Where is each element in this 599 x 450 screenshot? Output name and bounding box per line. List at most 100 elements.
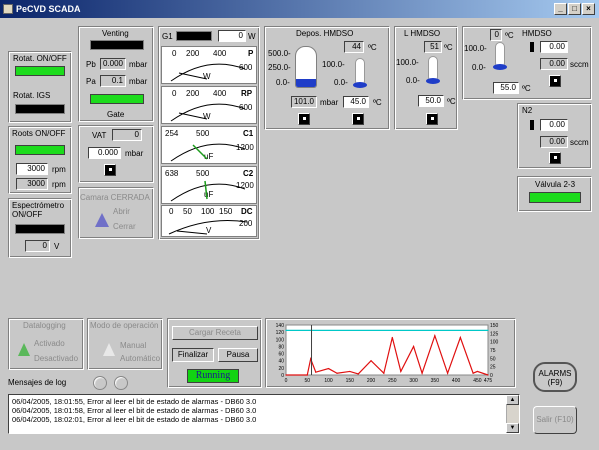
hmdso-mbar-value: 101.0 bbox=[291, 96, 317, 108]
load-recipe-button[interactable]: Cargar Receta bbox=[172, 326, 258, 340]
hmdso-flow-led bbox=[530, 42, 534, 52]
hmdso-mbar-unit: mbar bbox=[320, 98, 339, 107]
log-scroll-up[interactable]: ▲ bbox=[506, 395, 519, 405]
hmdso-heater-button[interactable] bbox=[352, 113, 364, 125]
datalog-off[interactable]: Desactivado bbox=[34, 354, 78, 363]
chart-point bbox=[412, 345, 415, 348]
hmdso-temp2[interactable]: 45.0 bbox=[343, 96, 369, 108]
vat-pressure-input[interactable]: 0.000 bbox=[88, 147, 121, 159]
log-radio-2[interactable] bbox=[114, 376, 128, 390]
vat-label: VAT bbox=[92, 131, 107, 140]
mode-manual[interactable]: Manual bbox=[120, 341, 146, 350]
pa-value: 0.1 bbox=[100, 75, 126, 87]
c1-dial bbox=[170, 143, 246, 162]
chart-ytick-right: 150 bbox=[490, 323, 499, 329]
rotat-onoff-led[interactable] bbox=[15, 66, 65, 76]
chart-point bbox=[447, 372, 449, 374]
hmdso-title: HMDSO bbox=[522, 29, 552, 38]
volt-unit: V bbox=[54, 242, 60, 251]
venting-led[interactable] bbox=[90, 40, 144, 50]
chart-plot-area bbox=[285, 324, 489, 376]
deg-unit-4: ºC bbox=[447, 97, 456, 106]
espec-led[interactable] bbox=[15, 224, 65, 234]
roots-onoff-led[interactable] bbox=[15, 145, 65, 155]
pa-unit: mbar bbox=[129, 77, 148, 86]
mode-state-icon bbox=[103, 343, 115, 356]
vat-value: 0 bbox=[112, 129, 142, 141]
n2-button[interactable] bbox=[549, 152, 561, 164]
chart-point bbox=[434, 335, 436, 337]
running-status: Running bbox=[187, 369, 239, 383]
chart-xtick: 475 bbox=[484, 378, 493, 384]
chart-point bbox=[357, 373, 359, 375]
l-hmdso-title: L HMDSO bbox=[404, 29, 441, 38]
l-hmdso-temp: 51 bbox=[424, 41, 442, 53]
rpm-unit-2: rpm bbox=[52, 180, 66, 189]
gate-led[interactable] bbox=[90, 94, 144, 104]
camera-open[interactable]: Abrir bbox=[113, 207, 130, 216]
deg-unit-1: ºC bbox=[368, 43, 377, 52]
deg-unit-5: ºC bbox=[505, 31, 514, 40]
log-line: 06/04/2005, 18:01:58, Error al leer el b… bbox=[12, 406, 257, 415]
p-dial bbox=[170, 63, 246, 82]
pb-label: Pb bbox=[86, 60, 96, 69]
chart-point bbox=[391, 336, 393, 339]
chart-point bbox=[315, 371, 317, 373]
c2-dial bbox=[170, 180, 246, 202]
tank-scale-250: 250.0- bbox=[268, 63, 291, 72]
chart-point bbox=[285, 329, 287, 331]
pb-unit: mbar bbox=[129, 60, 148, 69]
minimize-button[interactable]: _ bbox=[554, 3, 567, 15]
hmdso-flow-button[interactable] bbox=[549, 75, 561, 87]
chart-point bbox=[306, 374, 308, 376]
tank-scale-0: 0.0- bbox=[276, 78, 290, 87]
chart-xtick: 0 bbox=[285, 378, 288, 384]
mode-title: Modo de operación bbox=[90, 321, 159, 330]
maximize-button[interactable]: □ bbox=[568, 3, 581, 15]
g1-led[interactable] bbox=[176, 31, 212, 41]
hmdso-scale-100: 100.0- bbox=[464, 44, 487, 53]
datalog-on[interactable]: Activado bbox=[34, 339, 65, 348]
finish-button[interactable]: Finalizar bbox=[172, 348, 214, 362]
hmdso-tank-button[interactable] bbox=[298, 113, 310, 125]
camera-title: Camara CERRADA bbox=[80, 193, 150, 202]
camera-close[interactable]: Cerrar bbox=[113, 222, 136, 231]
hmdso-flow-set[interactable]: 0.00 bbox=[540, 41, 568, 53]
chart-ytick: 120 bbox=[276, 330, 285, 336]
alarms-button[interactable]: ALARMS (F9) bbox=[533, 362, 577, 392]
l-hmdso-button[interactable] bbox=[426, 113, 438, 125]
pause-button[interactable]: Pausa bbox=[218, 348, 258, 362]
l-hmdso-setpoint[interactable]: 50.0 bbox=[418, 95, 444, 107]
chart-ytick: 140 bbox=[276, 323, 285, 329]
mode-auto[interactable]: Automático bbox=[120, 354, 160, 363]
rpm-unit: rpm bbox=[52, 165, 66, 174]
rotat-onoff-label: Rotat. ON/OFF bbox=[13, 54, 67, 63]
n2-flow-set[interactable]: 0.00 bbox=[540, 119, 568, 131]
chart-point bbox=[487, 374, 489, 376]
deg-unit-3: ºC bbox=[444, 43, 453, 52]
valve-led[interactable] bbox=[529, 192, 581, 203]
hmdso-temp-setpoint[interactable]: 55.0 bbox=[493, 82, 519, 94]
chart-point bbox=[400, 370, 402, 373]
exit-button[interactable]: Salir (F10) bbox=[533, 406, 577, 434]
chart-xtick: 300 bbox=[409, 378, 418, 384]
chart-point bbox=[383, 372, 385, 374]
log-scroll-down[interactable]: ▼ bbox=[506, 423, 519, 433]
valve-title: Válvula 2-3 bbox=[535, 180, 576, 189]
hmdso-temp1: 44 bbox=[344, 41, 364, 53]
roots-rpm-setpoint[interactable]: 3000 bbox=[16, 163, 48, 175]
chart-ytick-right: 75 bbox=[490, 348, 496, 354]
log-title: Mensajes de log bbox=[8, 378, 67, 387]
chart-point bbox=[349, 370, 351, 373]
vat-button[interactable] bbox=[104, 164, 116, 176]
chart-point bbox=[421, 372, 423, 374]
l-scale-100: 100.0- bbox=[396, 58, 419, 67]
chart-xtick: 100 bbox=[324, 378, 333, 384]
chart-ytick: 40 bbox=[278, 359, 284, 365]
roots-onoff-label: Roots ON/OFF bbox=[12, 129, 66, 138]
g1-value[interactable]: 0 bbox=[218, 30, 246, 42]
log-radio-1[interactable] bbox=[93, 376, 107, 390]
rotat-igs-led[interactable] bbox=[15, 104, 65, 114]
close-button[interactable]: × bbox=[582, 3, 595, 15]
deg-unit-6: ºC bbox=[522, 84, 531, 93]
